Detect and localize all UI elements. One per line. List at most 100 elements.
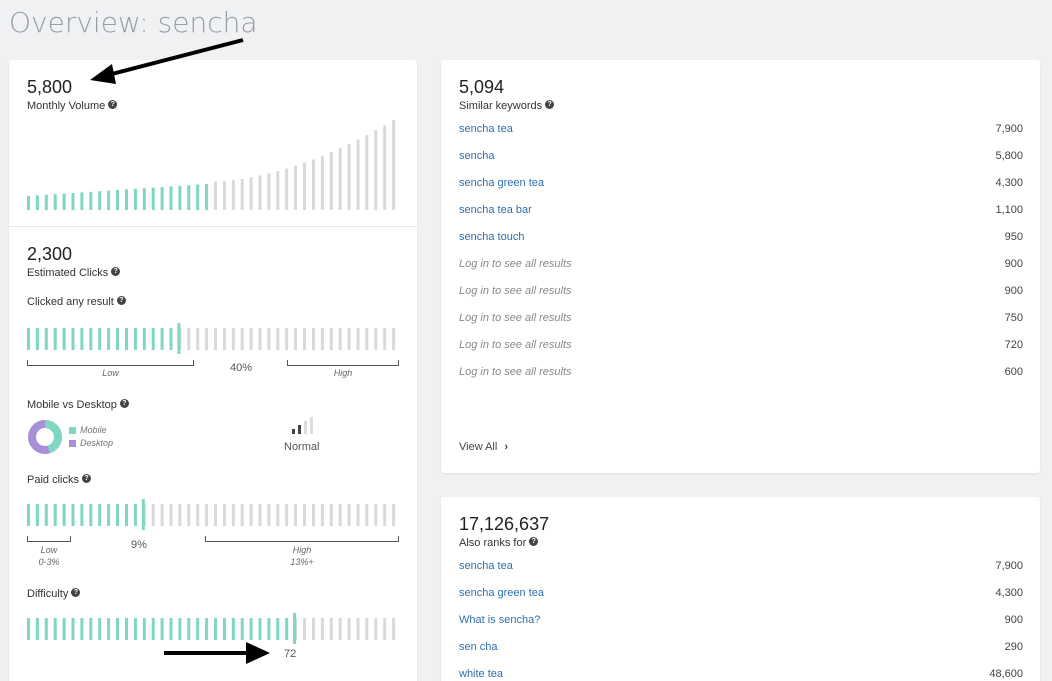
view-all-text: View All: [459, 441, 498, 453]
meter-bar: [320, 504, 324, 526]
volume-bar: [196, 184, 200, 210]
help-icon[interactable]: ?: [111, 267, 121, 276]
meter-bar: [196, 618, 200, 640]
meter-bar: [258, 504, 262, 526]
meter-bar: [392, 618, 396, 640]
mobile-vs-desktop-label-text: Mobile vs Desktop: [27, 399, 117, 411]
keyword-link[interactable]: Log in to see all results: [459, 285, 572, 297]
volume-bar: [214, 181, 217, 210]
volume-bar: [62, 193, 66, 210]
clicked-any-result-label-text: Clicked any result: [27, 296, 114, 308]
meter-bar: [338, 618, 342, 640]
keyword-row[interactable]: white tea 48,600: [459, 668, 1023, 681]
meter-bar: [214, 328, 217, 350]
meter-bar: [365, 328, 369, 350]
mobile-vs-desktop-label: Mobile vs Desktop?: [27, 399, 129, 411]
difficulty-value: 72: [284, 648, 297, 660]
keyword-row[interactable]: sen cha 290: [459, 641, 1023, 657]
volume-bar: [151, 187, 155, 210]
meter-bar: [338, 328, 342, 350]
keyword-volume: 48,600: [989, 668, 1023, 680]
keyword-link[interactable]: sencha touch: [459, 231, 524, 243]
keyword-row[interactable]: What is sencha? 900: [459, 614, 1023, 630]
meter-bar: [303, 328, 306, 350]
meter-bar: [294, 504, 298, 526]
keyword-row[interactable]: sencha tea bar 1,100: [459, 204, 1023, 220]
keyword-link[interactable]: sencha green tea: [459, 177, 544, 189]
keyword-row[interactable]: Log in to see all results 600: [459, 366, 1023, 382]
keyword-link[interactable]: sencha tea: [459, 560, 513, 572]
help-icon[interactable]: ?: [119, 399, 129, 408]
keyword-link[interactable]: sencha tea bar: [459, 204, 532, 216]
keyword-row[interactable]: Log in to see all results 720: [459, 339, 1023, 355]
legend-mobile: Mobile: [69, 425, 107, 435]
volume-bar: [187, 185, 191, 210]
help-icon[interactable]: ?: [529, 537, 539, 546]
estimated-clicks-value: 2,300: [27, 244, 73, 264]
volume-bar: [267, 173, 271, 210]
meter-bar: [80, 618, 84, 640]
volume-bar: [320, 155, 324, 210]
keyword-link[interactable]: sen cha: [459, 641, 498, 653]
help-icon[interactable]: ?: [116, 296, 126, 305]
keyword-link[interactable]: Log in to see all results: [459, 258, 572, 270]
low-scale-bracket: [27, 360, 194, 366]
meter-bar: [187, 328, 191, 350]
keyword-link[interactable]: sencha tea: [459, 123, 513, 135]
view-all-link[interactable]: View All ›: [459, 441, 508, 453]
paid-high-range: 13%+: [290, 557, 314, 567]
keyword-row[interactable]: Log in to see all results 750: [459, 312, 1023, 328]
keyword-link[interactable]: Log in to see all results: [459, 312, 572, 324]
similar-keywords-card: 5,094 Similar keywords? sencha tea 7,900 s…: [441, 60, 1040, 473]
keyword-row[interactable]: sencha green tea 4,300: [459, 587, 1023, 603]
keyword-row[interactable]: sencha touch 950: [459, 231, 1023, 247]
meter-bar: [27, 328, 30, 350]
keyword-link[interactable]: sencha green tea: [459, 587, 544, 599]
help-icon[interactable]: ?: [108, 100, 118, 109]
keyword-link[interactable]: Log in to see all results: [459, 366, 572, 378]
keyword-row[interactable]: sencha green tea 4,300: [459, 177, 1023, 193]
keyword-volume: 720: [1004, 339, 1023, 351]
legend-desktop: Desktop: [69, 438, 113, 448]
meter-bar: [187, 618, 191, 640]
clicked-any-result-marker: [177, 323, 181, 354]
estimated-clicks-label: Estimated Clicks?: [27, 267, 121, 279]
keyword-row[interactable]: sencha tea 7,900: [459, 560, 1023, 576]
help-icon[interactable]: ?: [71, 588, 81, 597]
keyword-row[interactable]: sencha 5,800: [459, 150, 1023, 166]
keyword-row[interactable]: sencha tea 7,900: [459, 123, 1023, 139]
meter-bar: [276, 328, 280, 350]
meter-bar: [160, 618, 164, 640]
meter-bar: [98, 504, 102, 526]
meter-bar: [44, 618, 48, 640]
keyword-link[interactable]: white tea: [459, 668, 503, 680]
meter-bar: [374, 328, 378, 350]
meter-bar: [320, 618, 324, 640]
keyword-row[interactable]: Log in to see all results 900: [459, 258, 1023, 274]
high-scale-label: High: [333, 368, 353, 378]
chevron-right-icon: ›: [504, 441, 509, 453]
help-icon[interactable]: ?: [81, 474, 91, 483]
similar-keywords-label-text: Similar keywords: [459, 100, 543, 112]
volume-bar: [231, 180, 235, 210]
keyword-link[interactable]: sencha: [459, 150, 494, 162]
volume-bar: [303, 162, 306, 210]
meter-bar: [365, 504, 369, 526]
meter-bar: [347, 504, 351, 526]
mobile-desktop-status: Normal: [284, 441, 320, 453]
help-icon[interactable]: ?: [545, 100, 555, 109]
keyword-row[interactable]: Log in to see all results 900: [459, 285, 1023, 301]
meter-bar: [178, 618, 182, 640]
keyword-link[interactable]: What is sencha?: [459, 614, 540, 626]
meter-bar: [392, 504, 396, 526]
difficulty-marker: [293, 613, 297, 644]
meter-bar: [133, 328, 137, 350]
meter-bar: [125, 328, 128, 350]
meter-bar: [35, 504, 39, 526]
keyword-link[interactable]: Log in to see all results: [459, 339, 572, 351]
meter-bar: [71, 618, 75, 640]
meter-bar: [53, 328, 57, 350]
meter-bar: [169, 504, 173, 526]
keyword-volume: 290: [1004, 641, 1023, 653]
volume-bar: [347, 144, 351, 210]
